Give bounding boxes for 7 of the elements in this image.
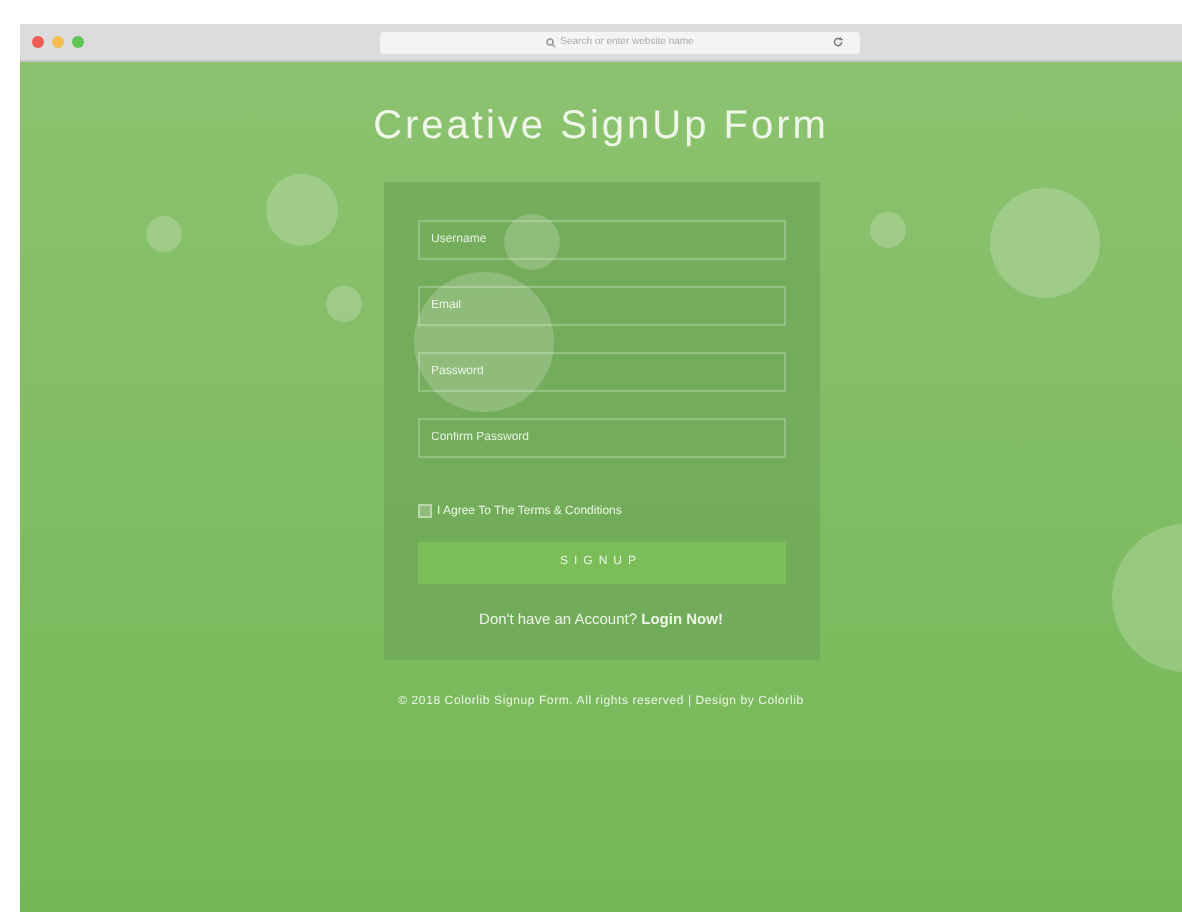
page-title: Creative SignUp Form	[373, 106, 829, 146]
close-window-icon[interactable]	[32, 36, 44, 48]
reload-icon[interactable]	[832, 36, 844, 48]
terms-checkbox[interactable]	[417, 504, 431, 518]
search-icon	[546, 37, 557, 47]
minimize-window-icon[interactable]	[52, 36, 64, 48]
maximize-window-icon[interactable]	[72, 36, 84, 48]
